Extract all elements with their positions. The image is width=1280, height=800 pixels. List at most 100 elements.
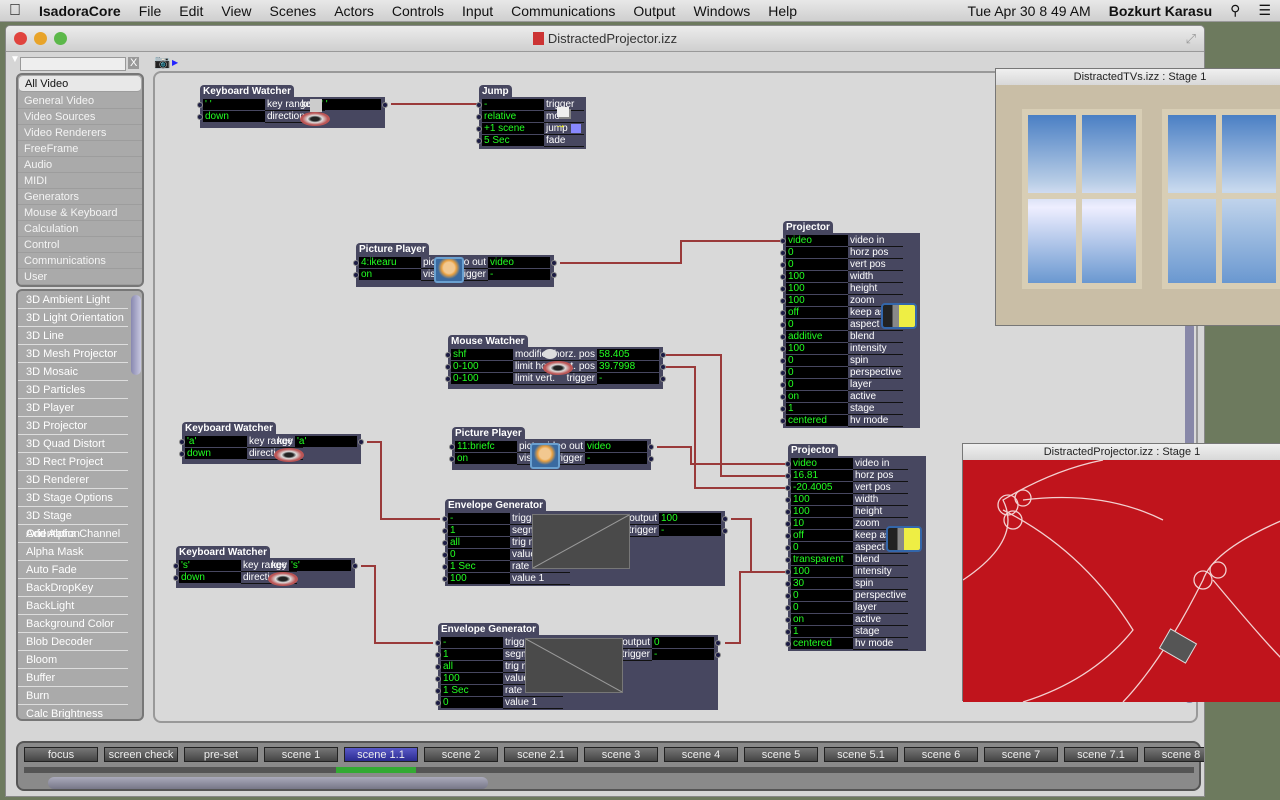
- output-value[interactable]: ' ': [319, 99, 381, 110]
- category-item[interactable]: Communications: [18, 253, 142, 269]
- input-port[interactable]: 0 horz pos: [786, 247, 903, 259]
- port-dot-in[interactable]: [785, 473, 791, 479]
- input-port[interactable]: 100 value 1: [448, 573, 570, 585]
- port-dot-in[interactable]: [780, 406, 786, 412]
- actor-title[interactable]: Envelope Generator: [445, 499, 547, 512]
- output-value[interactable]: -: [652, 649, 714, 660]
- input-value[interactable]: 100: [791, 494, 853, 505]
- input-value[interactable]: 100: [786, 283, 848, 294]
- scene-button[interactable]: scene 8: [1144, 747, 1204, 762]
- input-value[interactable]: on: [791, 614, 853, 625]
- actor-title[interactable]: Mouse Watcher: [448, 335, 528, 348]
- actor-title[interactable]: Keyboard Watcher: [176, 546, 270, 559]
- port-dot-in[interactable]: [173, 563, 179, 569]
- input-value[interactable]: 100: [786, 295, 848, 306]
- actor-list-scrollbar[interactable]: [131, 295, 141, 375]
- input-value[interactable]: down: [179, 572, 241, 583]
- actor-list-item[interactable]: BackDropKey: [18, 579, 128, 597]
- input-port[interactable]: 30 spin: [791, 578, 908, 590]
- input-value[interactable]: additive: [786, 331, 848, 342]
- input-value[interactable]: all: [441, 661, 503, 672]
- port-dot-in[interactable]: [353, 272, 359, 278]
- port-dot-in[interactable]: [785, 617, 791, 623]
- actor-list-item[interactable]: BackLight: [18, 597, 128, 615]
- input-value[interactable]: 'a': [185, 436, 247, 447]
- menu-edit[interactable]: Edit: [170, 3, 212, 19]
- snapshot-camera-icon[interactable]: 📷: [154, 54, 170, 70]
- input-value[interactable]: 0: [441, 697, 503, 708]
- actor-projector[interactable]: Projector video video in 0 horz pos 0 vert pos…: [780, 221, 920, 428]
- actor-list-item[interactable]: 3D Ambient Light: [18, 291, 128, 309]
- port-dot-in[interactable]: [785, 485, 791, 491]
- menu-output[interactable]: Output: [624, 3, 684, 19]
- port-dot-in[interactable]: [435, 664, 441, 670]
- output-value[interactable]: -: [585, 453, 647, 464]
- menu-file[interactable]: File: [130, 3, 171, 19]
- scene-button[interactable]: screen check: [104, 747, 178, 762]
- input-value[interactable]: 0: [786, 247, 848, 258]
- stage-window-projector[interactable]: DistractedProjector.izz : Stage 1: [962, 443, 1280, 702]
- scene-button[interactable]: scene 6: [904, 747, 978, 762]
- port-dot-out[interactable]: [382, 102, 388, 108]
- input-value[interactable]: 0: [786, 355, 848, 366]
- actor-list-item[interactable]: Buffer: [18, 669, 128, 687]
- input-value[interactable]: 100: [448, 573, 510, 584]
- port-dot-out[interactable]: [660, 364, 666, 370]
- clock[interactable]: Tue Apr 30 8 49 AM: [958, 3, 1099, 19]
- port-dot-in[interactable]: [785, 569, 791, 575]
- actor-title[interactable]: Picture Player: [356, 243, 429, 256]
- output-value[interactable]: 0: [652, 637, 714, 648]
- port-dot-in[interactable]: [780, 370, 786, 376]
- menu-controls[interactable]: Controls: [383, 3, 453, 19]
- output-value[interactable]: -: [597, 373, 659, 384]
- actor-list-item[interactable]: 3D Rect Project: [18, 453, 128, 471]
- category-item[interactable]: User: [18, 269, 142, 285]
- output-value[interactable]: video: [585, 441, 647, 452]
- menu-communications[interactable]: Communications: [502, 3, 624, 19]
- output-port[interactable]: output 100: [627, 513, 721, 525]
- port-dot-in[interactable]: [780, 322, 786, 328]
- output-port[interactable]: key'a': [275, 436, 357, 448]
- input-value[interactable]: 1 Sec: [448, 561, 510, 572]
- spotlight-search-icon[interactable]: ⚲: [1221, 2, 1249, 19]
- input-value[interactable]: 1: [791, 626, 853, 637]
- port-dot-in[interactable]: [179, 439, 185, 445]
- input-value[interactable]: 0: [791, 542, 853, 553]
- port-dot-in[interactable]: [442, 528, 448, 534]
- input-port[interactable]: 0 vert pos: [786, 259, 903, 271]
- actor-title[interactable]: Projector: [783, 221, 833, 234]
- port-dot-in[interactable]: [435, 700, 441, 706]
- input-value[interactable]: 1: [448, 525, 510, 536]
- port-dot-in[interactable]: [780, 238, 786, 244]
- port-dot-in[interactable]: [435, 676, 441, 682]
- input-port[interactable]: 0 layer: [791, 602, 908, 614]
- actor-keyboard-watcher[interactable]: Keyboard Watcher'a' key range down directio…: [179, 422, 364, 464]
- scene-button[interactable]: scene 1: [264, 747, 338, 762]
- port-dot-out[interactable]: [660, 376, 666, 382]
- actor-list-item[interactable]: 3D Light Orientation: [18, 309, 128, 327]
- input-value[interactable]: transparent: [791, 554, 853, 565]
- input-value[interactable]: down: [185, 448, 247, 459]
- port-dot-in[interactable]: [780, 310, 786, 316]
- port-dot-in[interactable]: [442, 516, 448, 522]
- menu-view[interactable]: View: [212, 3, 260, 19]
- input-value[interactable]: 100: [786, 343, 848, 354]
- menu-actors[interactable]: Actors: [325, 3, 383, 19]
- port-dot-out[interactable]: [551, 260, 557, 266]
- input-value[interactable]: 5 Sec: [482, 135, 544, 146]
- input-value[interactable]: -: [441, 637, 503, 648]
- port-dot-in[interactable]: [785, 641, 791, 647]
- port-dot-in[interactable]: [445, 376, 451, 382]
- scene-button[interactable]: scene 1.1: [344, 747, 418, 762]
- port-dot-in[interactable]: [476, 114, 482, 120]
- port-dot-in[interactable]: [785, 521, 791, 527]
- category-item[interactable]: Calculation: [18, 221, 142, 237]
- actor-list-item[interactable]: Auto Fade: [18, 561, 128, 579]
- port-dot-in[interactable]: [780, 286, 786, 292]
- port-dot-in[interactable]: [785, 533, 791, 539]
- input-port[interactable]: centered hv mode: [786, 415, 903, 427]
- menu-input[interactable]: Input: [453, 3, 502, 19]
- input-value[interactable]: video: [791, 458, 853, 469]
- input-value[interactable]: ' ': [203, 99, 265, 110]
- actor-keyboard-watcher[interactable]: Keyboard Watcher's' key range down directio…: [173, 546, 358, 588]
